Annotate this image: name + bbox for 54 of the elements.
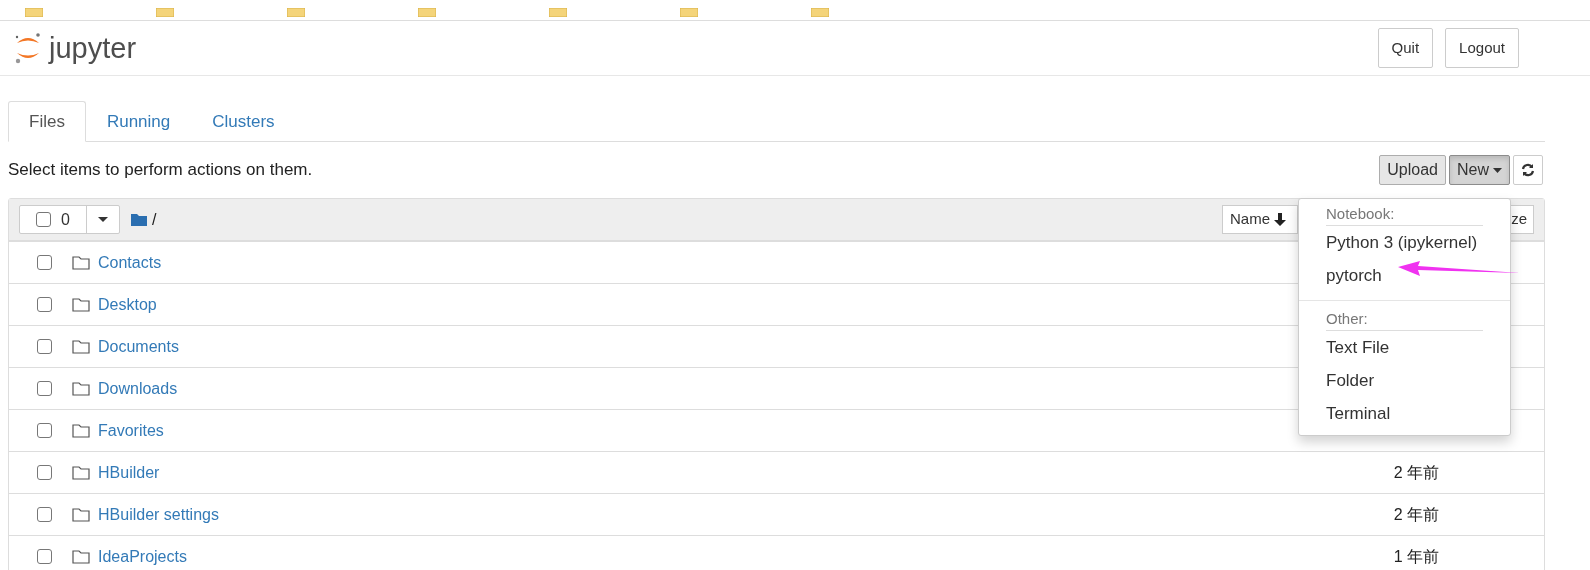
checkbox[interactable] (37, 507, 52, 522)
checkbox[interactable] (36, 212, 51, 227)
tab[interactable]: Files (8, 101, 86, 142)
checkbox[interactable] (37, 423, 52, 438)
sort-name-button[interactable]: Name (1222, 205, 1298, 234)
caret-icon (97, 217, 108, 222)
modified-time: 2 年前 (1393, 462, 1439, 483)
folder-link[interactable]: HBuilder (98, 460, 160, 485)
modified-time: 2 年前 (1393, 504, 1439, 525)
menu-item[interactable]: Python 3 (ipykernel) (1326, 226, 1483, 259)
tab[interactable]: Running (85, 101, 192, 142)
refresh-button[interactable] (1513, 155, 1543, 185)
folder-link[interactable]: HBuilder settings (98, 502, 219, 527)
folder-icon (72, 255, 90, 270)
header-button[interactable]: Logout (1445, 28, 1519, 68)
folder-icon (72, 297, 90, 312)
hint-text: Select items to perform actions on them. (8, 159, 313, 182)
checkbox[interactable] (37, 297, 52, 312)
folder-link[interactable]: Documents (98, 334, 179, 359)
new-button[interactable]: New (1449, 155, 1510, 185)
folder-link[interactable]: Desktop (98, 292, 157, 317)
folder-icon (72, 549, 90, 564)
checkbox[interactable] (37, 255, 52, 270)
modified-time: 1 年前 (1393, 546, 1439, 567)
folder-icon (129, 212, 148, 227)
folder-icon (72, 381, 90, 396)
folder-icon (72, 339, 90, 354)
breadcrumb-link[interactable]: / (151, 207, 157, 232)
refresh-icon (1521, 163, 1535, 177)
folder-link[interactable]: Favorites (98, 418, 164, 443)
jupyter-logo-icon (13, 31, 43, 65)
checkbox[interactable] (37, 465, 52, 480)
menu-item[interactable]: Text File (1326, 331, 1483, 364)
tab[interactable]: Clusters (191, 101, 296, 142)
jupyter-wordmark: jupyter (49, 33, 137, 63)
caret-icon (1493, 167, 1502, 173)
folder-link[interactable]: IdeaProjects (98, 544, 187, 569)
folder-link[interactable]: Downloads (98, 376, 178, 401)
menu-item[interactable]: Folder (1326, 364, 1483, 397)
checkbox[interactable] (37, 339, 52, 354)
selected-count: 0 (61, 209, 70, 230)
upload-button[interactable]: Upload (1379, 155, 1446, 185)
checkbox[interactable] (37, 381, 52, 396)
folder-icon (72, 423, 90, 438)
menu-section-header: Notebook: (1326, 204, 1483, 226)
folder-icon (72, 465, 90, 480)
folder-icon (72, 507, 90, 522)
header-button[interactable]: Quit (1377, 28, 1434, 68)
checkbox[interactable] (37, 549, 52, 564)
folder-link[interactable]: Contacts (98, 250, 162, 275)
menu-item[interactable]: Terminal (1326, 397, 1483, 430)
menu-section-header: Other: (1326, 309, 1483, 331)
menu-item[interactable]: pytorch (1326, 259, 1483, 292)
down-arrow-icon (1274, 213, 1286, 226)
